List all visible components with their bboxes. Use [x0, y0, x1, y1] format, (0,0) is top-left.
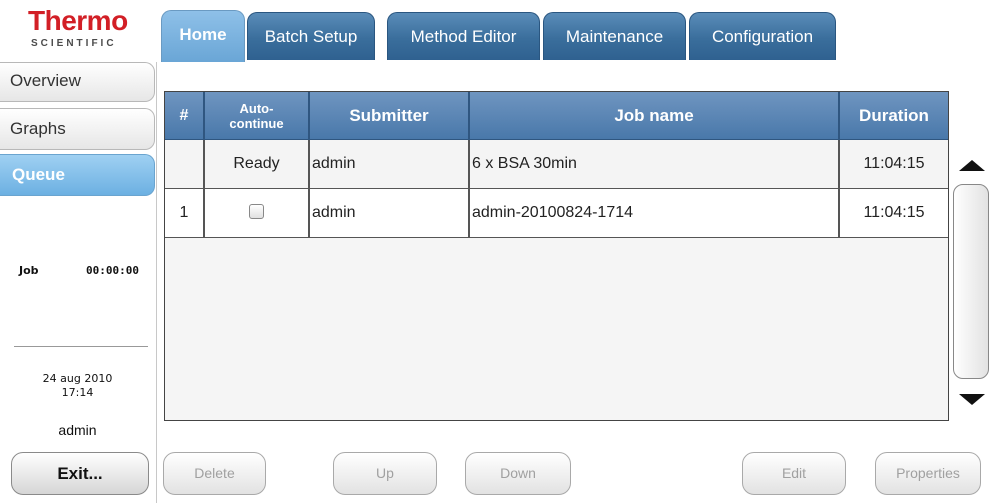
table-row[interactable]: 1 admin admin-20100824-1714 11:04:15 — [164, 189, 949, 238]
table-row[interactable]: Ready admin 6 x BSA 30min 11:04:15 — [164, 140, 949, 189]
row-duration: 11:04:15 — [839, 189, 949, 238]
queue-table-empty-area — [164, 238, 949, 421]
row-submitter: admin — [309, 140, 469, 189]
column-header-number[interactable]: # — [164, 91, 204, 140]
column-header-submitter[interactable]: Submitter — [309, 91, 469, 140]
column-header-auto-continue[interactable]: Auto-continue — [204, 91, 309, 140]
scroll-down-arrow-icon[interactable] — [959, 394, 985, 405]
job-timer: 00:00:00 — [86, 264, 139, 277]
column-header-job-name[interactable]: Job name — [469, 91, 839, 140]
logo-main-text: Thermo — [28, 5, 128, 36]
scrollbar-thumb[interactable] — [953, 184, 989, 379]
row-duration: 11:04:15 — [839, 140, 949, 189]
column-header-duration[interactable]: Duration — [839, 91, 949, 140]
tab-batch-setup[interactable]: Batch Setup — [247, 12, 375, 60]
properties-button[interactable]: Properties — [875, 452, 981, 495]
scroll-up-arrow-icon[interactable] — [959, 160, 985, 171]
row-number — [164, 140, 204, 189]
auto-continue-checkbox[interactable] — [249, 203, 264, 219]
current-date: 24 aug 2010 — [42, 372, 113, 385]
row-auto-continue-cell — [204, 189, 309, 238]
date-time-display: 24 aug 2010 17:14 — [0, 372, 155, 400]
job-label: Job — [19, 264, 39, 277]
sidebar-item-queue[interactable]: Queue — [0, 154, 155, 196]
row-auto-continue-status: Ready — [204, 140, 309, 189]
edit-button[interactable]: Edit — [742, 452, 846, 495]
sidebar-item-overview[interactable]: Overview — [0, 62, 155, 102]
row-job-name: admin-20100824-1714 — [469, 189, 839, 238]
logo-sub-text: SCIENTIFIC — [31, 38, 117, 49]
tab-configuration[interactable]: Configuration — [689, 12, 836, 60]
tab-home[interactable]: Home — [161, 10, 245, 62]
exit-button[interactable]: Exit... — [11, 452, 149, 495]
row-submitter: admin — [309, 189, 469, 238]
row-job-name: 6 x BSA 30min — [469, 140, 839, 189]
move-up-button[interactable]: Up — [333, 452, 437, 495]
sidebar-item-graphs[interactable]: Graphs — [0, 108, 155, 150]
sidebar-divider — [14, 346, 148, 347]
delete-button[interactable]: Delete — [163, 452, 266, 495]
current-user: admin — [58, 422, 97, 438]
row-number: 1 — [164, 189, 204, 238]
tab-method-editor[interactable]: Method Editor — [387, 12, 540, 60]
move-down-button[interactable]: Down — [465, 452, 571, 495]
column-header-auto-continue-label: Auto-continue — [229, 100, 284, 131]
thermo-scientific-logo: Thermo SCIENTIFIC — [0, 0, 157, 62]
tab-maintenance[interactable]: Maintenance — [543, 12, 686, 60]
current-time: 17:14 — [61, 386, 94, 399]
